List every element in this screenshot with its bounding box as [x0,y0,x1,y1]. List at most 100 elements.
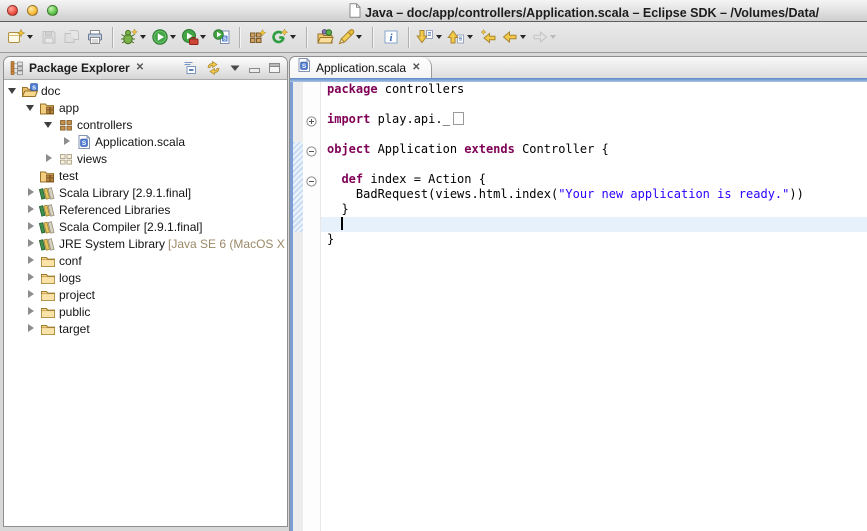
dropdown-arrow-icon[interactable] [467,35,473,39]
collapse-all-button[interactable] [182,60,198,76]
fold-ruler[interactable] [303,82,321,531]
expand-arrow-icon[interactable] [8,85,18,96]
dropdown-arrow-icon[interactable] [200,35,206,39]
minimize-window-button[interactable] [27,5,38,16]
new-wizard-g-button[interactable] [269,25,300,49]
code-line [321,217,867,232]
source-folder-icon [39,100,56,116]
code-line: def index = Action { [327,172,867,187]
save-button [37,25,60,49]
expand-arrow-icon[interactable] [44,153,54,164]
tree-item-doc[interactable]: Sdoc [4,82,287,99]
tree-item-public[interactable]: public [4,303,287,320]
expand-arrow-icon[interactable] [26,255,36,266]
tree-item-label: test [59,169,78,183]
tree-item-app[interactable]: app [4,99,287,116]
toolbar-separator [372,27,373,48]
folded-region-box[interactable] [453,112,464,125]
debug-icon [120,28,139,46]
tree-item-label: Referenced Libraries [59,203,170,217]
expand-arrow-icon[interactable] [26,272,36,283]
tree-item-views[interactable]: views [4,150,287,167]
folder-icon [39,270,56,286]
previous-annotation-button[interactable] [446,25,477,49]
new-button[interactable] [6,25,37,49]
tree-item-application-scala[interactable]: SApplication.scala [4,133,287,150]
toggle-mark-occurrences-button[interactable]: i [379,25,402,49]
dropdown-arrow-icon[interactable] [290,35,296,39]
tree-item-conf[interactable]: conf [4,252,287,269]
package-explorer-close-icon[interactable]: ✕ [134,63,146,73]
code-line: package controllers [327,82,867,97]
tree-item-project[interactable]: project [4,286,287,303]
save-all-icon [63,28,81,46]
open-wizard-button[interactable] [313,25,336,49]
title-bar[interactable]: Java – doc/app/controllers/Application.s… [0,0,867,22]
expand-arrow-icon[interactable] [62,136,72,147]
tree-item-jre-system-library[interactable]: JRE System Library[Java SE 6 (MacOS X De… [4,235,287,252]
expand-arrow-icon[interactable] [26,221,36,232]
fold-collapse-icon[interactable] [306,144,317,162]
code-line [327,127,867,142]
fold-collapse-icon[interactable] [306,174,317,192]
code-line [327,157,867,172]
run-external-icon [181,28,199,46]
tree-item-controllers[interactable]: controllers [4,116,287,133]
maximize-view-button[interactable] [268,62,281,74]
new-java-package-button[interactable] [246,25,269,49]
expand-arrow-icon[interactable] [26,204,36,215]
next-annotation-icon [416,28,435,46]
run-external-tools-button[interactable] [180,25,210,49]
tree-item-scala-compiler-2-9-1-final[interactable]: Scala Compiler [2.9.1.final] [4,218,287,235]
expand-arrow-icon[interactable] [26,102,36,113]
run-scala-application-button[interactable]: S [210,25,233,49]
code-editor[interactable]: package controllersimport play.api._obje… [321,82,867,531]
folder-icon [39,287,56,303]
tree-item-logs[interactable]: logs [4,269,287,286]
link-with-editor-button[interactable] [205,60,222,76]
debug-button[interactable] [119,25,150,49]
tree-item-target[interactable]: target [4,320,287,337]
annotation-ruler[interactable] [293,82,303,531]
dropdown-arrow-icon[interactable] [436,35,442,39]
package-explorer-tree[interactable]: SdocappcontrollersSApplication.scalaview… [4,80,287,527]
expand-arrow-icon[interactable] [26,306,36,317]
editor-tab-close-icon[interactable]: ✕ [410,63,422,73]
view-menu-button[interactable] [229,63,241,73]
eclipse-window: Java – doc/app/controllers/Application.s… [0,0,867,531]
package-explorer-tab[interactable]: Package Explorer [29,61,130,75]
highlighter-button[interactable] [336,25,366,49]
new-g-wizard-icon [270,28,289,46]
expand-arrow-icon[interactable] [26,187,36,198]
package-explorer-tab-icon [9,60,25,76]
dropdown-arrow-icon[interactable] [27,35,33,39]
expand-arrow-icon[interactable] [44,119,54,130]
next-annotation-button[interactable] [415,25,446,49]
back-button[interactable] [500,25,530,49]
tree-item-test[interactable]: test [4,167,287,184]
last-edit-location-button[interactable] [477,25,500,49]
tree-item-label: conf [59,254,82,268]
expand-arrow-icon[interactable] [26,289,36,300]
editor-tab-label: Application.scala [316,61,406,75]
dropdown-arrow-icon[interactable] [140,35,146,39]
scala-file-icon: S [75,134,92,150]
run-button[interactable] [150,25,180,49]
dropdown-arrow-icon[interactable] [356,35,362,39]
print-button[interactable] [83,25,106,49]
zoom-window-button[interactable] [47,5,58,16]
close-window-button[interactable] [7,5,18,16]
tree-item-scala-library-2-9-1-final[interactable]: Scala Library [2.9.1.final] [4,184,287,201]
tree-item-label: logs [59,271,81,285]
tree-item-referenced-libraries[interactable]: Referenced Libraries [4,201,287,218]
minimize-view-button[interactable] [248,62,261,74]
fold-expand-icon[interactable] [306,114,317,132]
editor-tab-application-scala[interactable]: S Application.scala ✕ [290,57,432,78]
document-icon [349,3,361,23]
code-line: import play.api._ [327,112,867,127]
scala-file-icon: S [296,57,312,78]
dropdown-arrow-icon[interactable] [520,35,526,39]
expand-arrow-icon[interactable] [26,238,36,249]
expand-arrow-icon[interactable] [26,323,36,334]
dropdown-arrow-icon[interactable] [170,35,176,39]
